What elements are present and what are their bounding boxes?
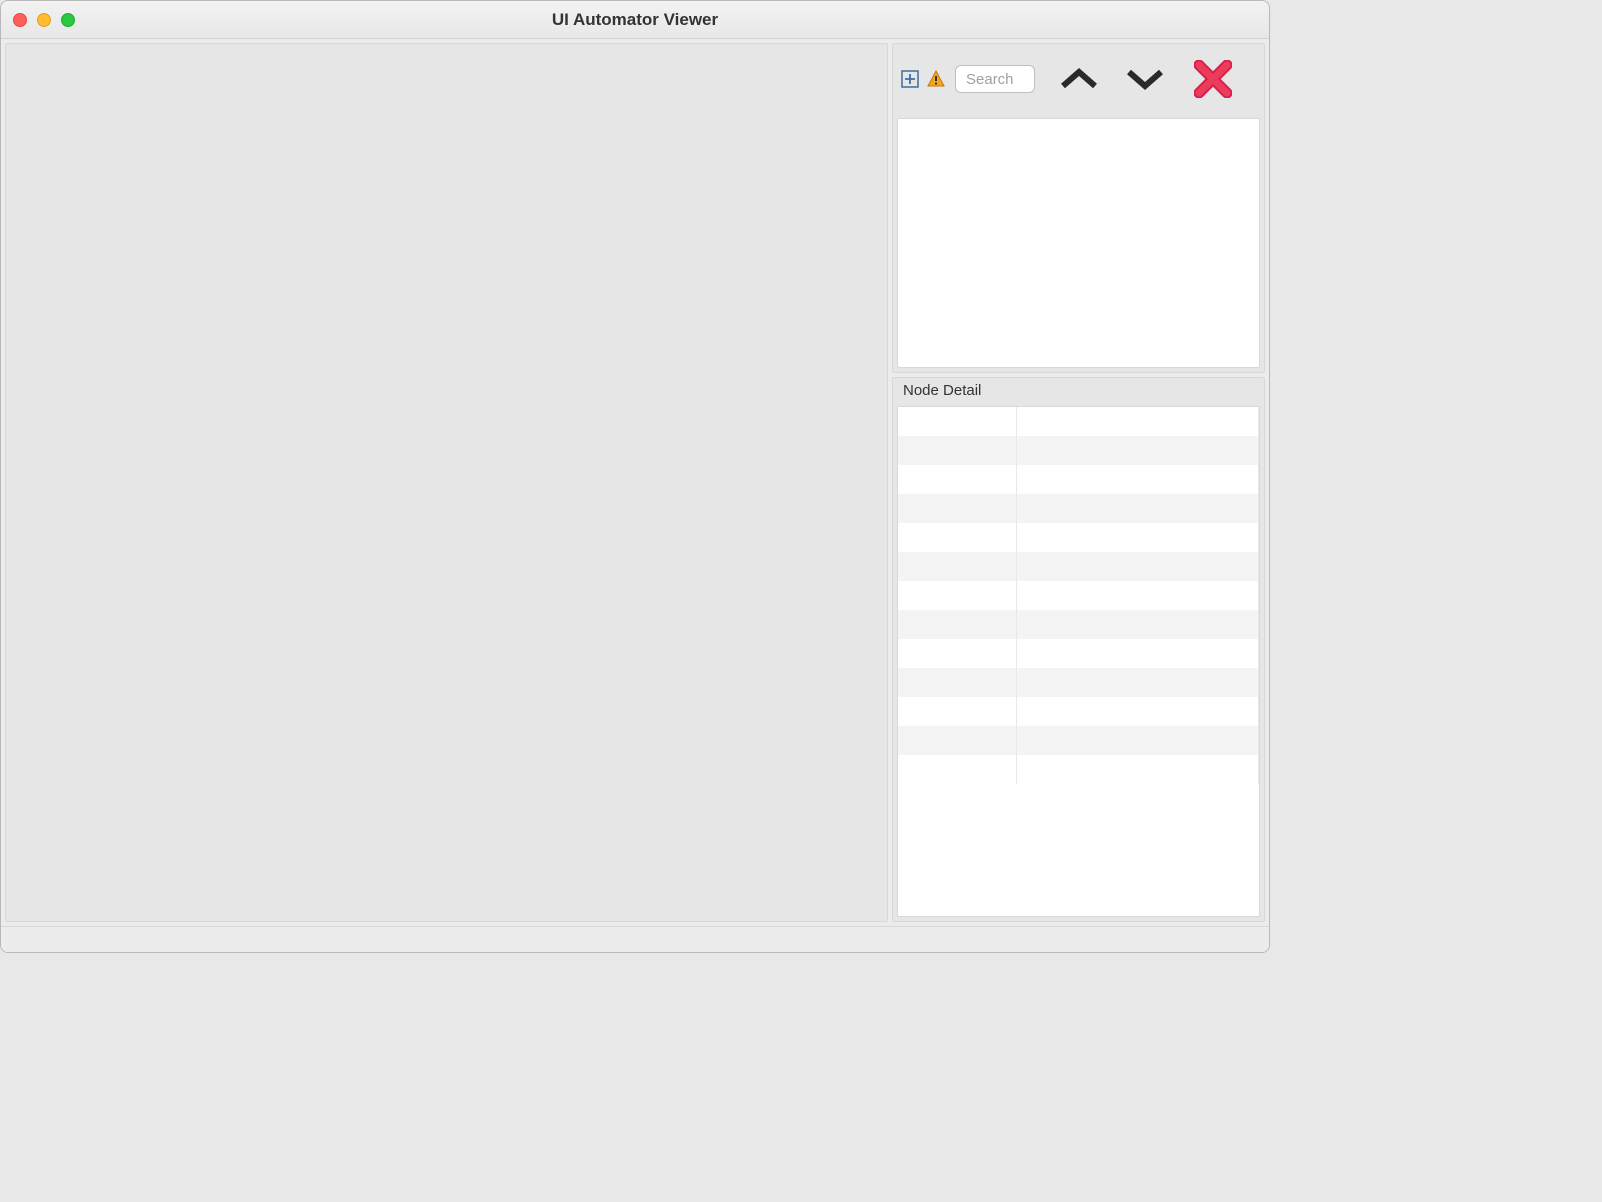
table-row[interactable] [898,494,1259,523]
window-controls [13,13,75,27]
node-detail-panel: Node Detail [892,377,1265,922]
table-row[interactable] [898,581,1259,610]
detail-key-cell [898,697,1016,726]
warning-icon [927,70,945,88]
table-row[interactable] [898,465,1259,494]
detail-value-cell [1016,610,1259,639]
chevron-down-icon [1125,66,1165,92]
detail-key-cell [898,726,1016,755]
table-row[interactable] [898,523,1259,552]
close-icon [1194,60,1232,98]
expand-all-icon [901,70,919,88]
detail-value-cell [1016,697,1259,726]
detail-key-cell [898,436,1016,465]
node-detail-table-wrap [897,406,1260,917]
detail-key-cell [898,668,1016,697]
detail-key-cell [898,465,1016,494]
clear-search-button[interactable] [1191,57,1235,101]
right-pane: Node Detail [892,43,1265,922]
table-row[interactable] [898,436,1259,465]
detail-value-cell [1016,436,1259,465]
detail-value-cell [1016,668,1259,697]
naf-toggle-button[interactable] [925,68,947,90]
table-row[interactable] [898,610,1259,639]
detail-value-cell [1016,552,1259,581]
detail-key-cell [898,639,1016,668]
detail-value-cell [1016,407,1259,436]
window-title: UI Automator Viewer [13,10,1257,30]
detail-key-cell [898,755,1016,784]
titlebar: UI Automator Viewer [1,1,1269,39]
node-detail-header: Node Detail [893,378,1264,402]
table-row[interactable] [898,552,1259,581]
detail-value-cell [1016,494,1259,523]
close-window-button[interactable] [13,13,27,27]
detail-value-cell [1016,755,1259,784]
node-detail-table[interactable] [898,407,1259,784]
hierarchy-panel [892,43,1265,373]
chevron-up-icon [1059,66,1099,92]
detail-value-cell [1016,639,1259,668]
status-bar [1,926,1269,952]
detail-key-cell [898,407,1016,436]
table-row[interactable] [898,668,1259,697]
detail-value-cell [1016,523,1259,552]
expand-all-button[interactable] [899,68,921,90]
minimize-window-button[interactable] [37,13,51,27]
hierarchy-tree[interactable] [897,118,1260,368]
hierarchy-toolbar [893,44,1264,114]
maximize-window-button[interactable] [61,13,75,27]
table-row[interactable] [898,697,1259,726]
detail-key-cell [898,523,1016,552]
app-window: UI Automator Viewer [0,0,1270,953]
detail-key-cell [898,494,1016,523]
next-result-button[interactable] [1123,59,1167,99]
table-row[interactable] [898,639,1259,668]
detail-value-cell [1016,726,1259,755]
detail-key-cell [898,552,1016,581]
table-row[interactable] [898,726,1259,755]
table-row[interactable] [898,407,1259,436]
search-input[interactable] [955,65,1035,93]
content-area: Node Detail [1,39,1269,926]
screenshot-pane[interactable] [5,43,888,922]
detail-key-cell [898,610,1016,639]
detail-value-cell [1016,581,1259,610]
detail-value-cell [1016,465,1259,494]
table-row[interactable] [898,755,1259,784]
detail-key-cell [898,581,1016,610]
prev-result-button[interactable] [1057,59,1101,99]
